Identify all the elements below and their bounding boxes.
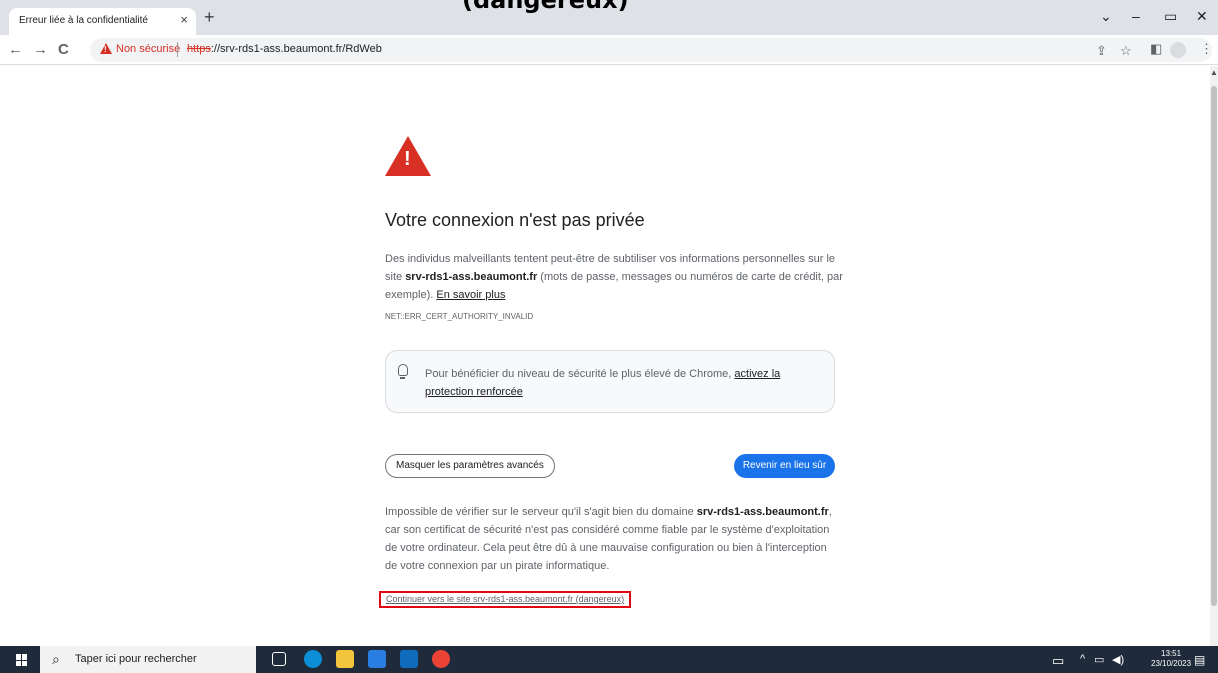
- bookmark-star-icon[interactable]: ☆: [1120, 43, 1132, 59]
- error-code: NET::ERR_CERT_AUTHORITY_INVALID: [385, 312, 534, 321]
- volume-icon[interactable]: ◀): [1112, 653, 1124, 666]
- scroll-thumb[interactable]: [1211, 86, 1217, 606]
- search-placeholder: Taper ici pour rechercher: [75, 653, 197, 665]
- enhanced-protection-box: Pour bénéficier du niveau de sécurité le…: [385, 350, 835, 413]
- windows-taskbar: ⌕ Taper ici pour rechercher ▭ ^ ▭ ◀) 13:…: [0, 646, 1218, 673]
- explain-text-1: Impossible de vérifier sur le serveur qu…: [385, 506, 697, 518]
- close-window-icon[interactable]: ✕: [1196, 8, 1208, 25]
- url-rest: ://srv-rds1-ass.beaumont.fr/RdWeb: [210, 43, 382, 55]
- address-bar[interactable]: Non sécurisé https://srv-rds1-ass.beaumo…: [90, 38, 1212, 62]
- task-view-icon[interactable]: [272, 652, 286, 666]
- file-explorer-icon[interactable]: [336, 650, 354, 668]
- browser-toolbar: ← → C Non sécurisé https://srv-rds1-ass.…: [0, 35, 1218, 65]
- not-secure-label[interactable]: Non sécurisé: [116, 43, 180, 55]
- network-icon[interactable]: ▭: [1094, 653, 1104, 666]
- new-tab-button[interactable]: +: [204, 8, 215, 26]
- forward-icon[interactable]: →: [33, 41, 48, 58]
- hide-advanced-button[interactable]: Masquer les paramètres avancés: [385, 454, 555, 478]
- taskbar-clock[interactable]: 13:51 23/10/2023: [1151, 649, 1191, 669]
- tab-close-icon[interactable]: ×: [180, 12, 188, 27]
- tray-chevron-icon[interactable]: ^: [1080, 653, 1085, 665]
- url-scheme: https: [187, 43, 211, 55]
- back-to-safety-button[interactable]: Revenir en lieu sûr: [734, 454, 835, 478]
- main-description: Des individus malveillants tentent peut-…: [385, 250, 845, 304]
- tray-keyboard-icon[interactable]: ▭: [1052, 653, 1064, 669]
- scroll-up-icon[interactable]: ▲: [1210, 68, 1218, 77]
- omnibox-separator: [177, 42, 178, 57]
- info-box-text: Pour bénéficier du niveau de sécurité le…: [425, 365, 815, 401]
- not-secure-warning-icon[interactable]: [100, 43, 112, 54]
- danger-warning-icon: [385, 136, 431, 176]
- profile-avatar-icon[interactable]: [1170, 42, 1186, 58]
- clock-time: 13:51: [1161, 649, 1182, 658]
- advanced-explanation: Impossible de vérifier sur le serveur qu…: [385, 503, 835, 575]
- taskbar-search[interactable]: ⌕ Taper ici pour rechercher: [40, 646, 256, 673]
- tab-active[interactable]: Erreur liée à la confidentialité ×: [9, 8, 196, 35]
- notifications-icon[interactable]: ▤: [1194, 653, 1205, 667]
- interstitial-page: Votre connexion n'est pas privée Des ind…: [0, 66, 1218, 646]
- minimize-icon[interactable]: –: [1132, 8, 1140, 24]
- desc-domain: srv-rds1-ass.beaumont.fr: [405, 271, 538, 283]
- clock-date: 23/10/2023: [1151, 659, 1192, 668]
- explain-domain: srv-rds1-ass.beaumont.fr: [696, 506, 829, 518]
- back-icon[interactable]: ←: [8, 41, 23, 58]
- side-panel-icon[interactable]: ◧: [1150, 41, 1162, 57]
- restore-icon[interactable]: ▭: [1164, 8, 1177, 25]
- menu-kebab-icon[interactable]: ⋮: [1200, 41, 1213, 57]
- reload-icon[interactable]: C: [58, 41, 69, 58]
- tab-title: Erreur liée à la confidentialité: [19, 15, 148, 26]
- info-text: Pour bénéficier du niveau de sécurité le…: [425, 368, 735, 380]
- windows-start-icon[interactable]: [16, 654, 28, 666]
- chrome-icon[interactable]: [432, 650, 450, 668]
- page-title: Votre connexion n'est pas privée: [385, 210, 645, 230]
- proceed-unsafe-link[interactable]: Continuer vers le site srv-rds1-ass.beau…: [379, 591, 632, 608]
- search-icon: ⌕: [52, 651, 60, 667]
- edge-icon[interactable]: [304, 650, 322, 668]
- lightbulb-icon: [398, 364, 408, 379]
- mail-icon[interactable]: [400, 650, 418, 668]
- store-icon[interactable]: [368, 650, 386, 668]
- learn-more-link[interactable]: En savoir plus: [436, 289, 505, 301]
- page-scrollbar[interactable]: ▲: [1210, 66, 1218, 646]
- share-icon[interactable]: ⇪: [1096, 43, 1107, 59]
- tab-search-icon[interactable]: ⌄: [1100, 8, 1112, 25]
- url-text[interactable]: https://srv-rds1-ass.beaumont.fr/RdWeb: [187, 43, 382, 55]
- overlay-heading: (dangereux): [462, 0, 629, 14]
